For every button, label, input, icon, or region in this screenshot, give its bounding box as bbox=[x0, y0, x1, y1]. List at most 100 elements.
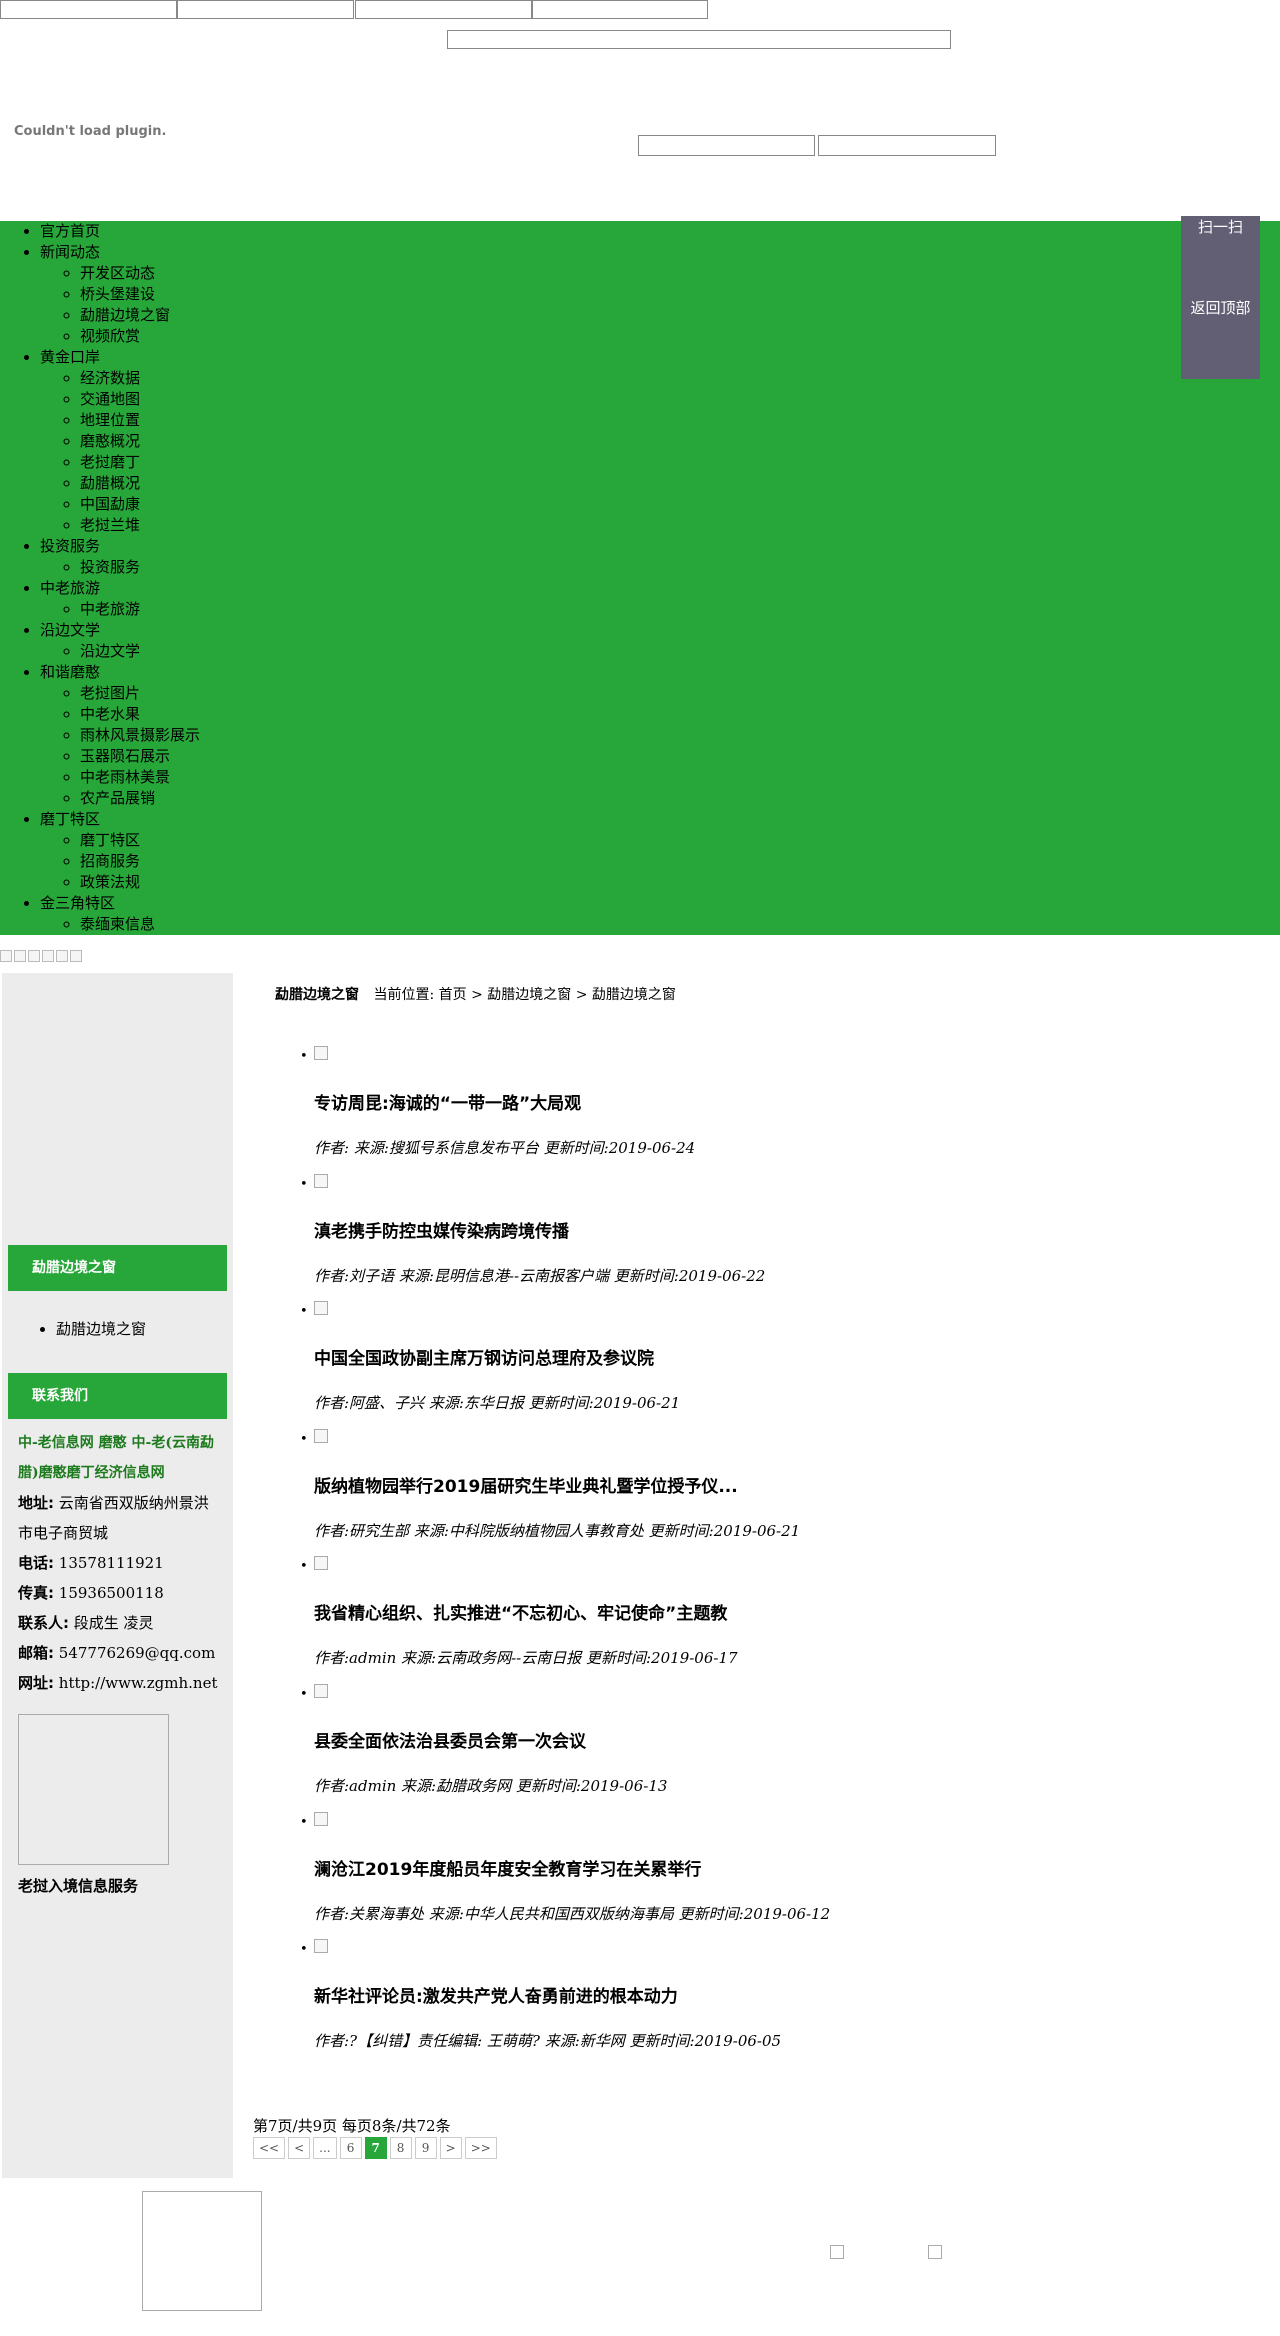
nav-subitem[interactable]: 老挝图片 bbox=[80, 683, 200, 704]
nav-subitem[interactable]: 勐腊概况 bbox=[80, 473, 200, 494]
footer-icon-image[interactable] bbox=[830, 2245, 844, 2259]
nav-item-label[interactable]: 金三角特区 bbox=[40, 894, 115, 912]
nav-subitem[interactable]: 磨丁特区 bbox=[80, 830, 200, 851]
nav-subitem[interactable]: 政策法规 bbox=[80, 872, 200, 893]
contact-value[interactable]: 547776269@qq.com bbox=[59, 1644, 216, 1662]
nav-subitem[interactable]: 中老雨林美景 bbox=[80, 767, 200, 788]
header-button-1[interactable] bbox=[638, 135, 815, 156]
nav-subitem[interactable]: 老挝磨丁 bbox=[80, 452, 200, 473]
banner-thumb[interactable] bbox=[70, 950, 82, 962]
banner-thumb[interactable] bbox=[0, 950, 12, 962]
page-button[interactable]: >> bbox=[464, 2137, 497, 2159]
nav-item-label[interactable]: 新闻动态 bbox=[40, 243, 100, 261]
search-input[interactable] bbox=[447, 30, 951, 49]
back-to-top-button[interactable]: 返回顶部 bbox=[1181, 297, 1260, 318]
footer-icon-image[interactable] bbox=[928, 2245, 942, 2259]
news-title-link[interactable]: 专访周昆:海诚的“一带一路”大局观 bbox=[314, 1089, 581, 1114]
news-title-link[interactable]: 滇老携手防控虫媒传染病跨境传播 bbox=[314, 1217, 569, 1242]
nav-subitem[interactable]: 中国勐康 bbox=[80, 494, 200, 515]
nav-item[interactable]: 沿边文学沿边文学 bbox=[40, 620, 200, 662]
nav-item-label[interactable]: 投资服务 bbox=[40, 537, 100, 555]
nav-item[interactable]: 投资服务投资服务 bbox=[40, 536, 200, 578]
bullet: • bbox=[300, 1815, 308, 1830]
nav-item-label[interactable]: 中老旅游 bbox=[40, 579, 100, 597]
page-button[interactable]: > bbox=[439, 2137, 462, 2159]
nav-subitem[interactable]: 开发区动态 bbox=[80, 263, 200, 284]
sidebar-image-caption[interactable]: 老挝入境信息服务 bbox=[18, 1875, 138, 1896]
bullet: • bbox=[300, 1177, 308, 1192]
news-thumbnail[interactable] bbox=[314, 1556, 328, 1570]
nav-subitem[interactable]: 中老水果 bbox=[80, 704, 200, 725]
nav-item[interactable]: 磨丁特区磨丁特区招商服务政策法规 bbox=[40, 809, 200, 893]
news-title-link[interactable]: 中国全国政协副主席万钢访问总理府及参议院 bbox=[314, 1344, 654, 1369]
news-thumbnail[interactable] bbox=[314, 1429, 328, 1443]
page-button[interactable]: 6 bbox=[339, 2137, 362, 2159]
nav-subitem[interactable]: 经济数据 bbox=[80, 368, 200, 389]
page-button[interactable]: ... bbox=[313, 2137, 337, 2159]
header-button-2[interactable] bbox=[818, 135, 996, 156]
page-button[interactable]: 8 bbox=[389, 2137, 412, 2159]
nav-subitem[interactable]: 勐腊边境之窗 bbox=[80, 305, 200, 326]
page-current[interactable]: 7 bbox=[364, 2137, 387, 2159]
sidebar: 勐腊边境之窗 勐腊边境之窗 联系我们 中-老信息网 磨憨 中-老(云南勐腊)磨憨… bbox=[2, 973, 233, 2178]
sidebar-image[interactable] bbox=[18, 1714, 169, 1865]
nav-item-label[interactable]: 黄金口岸 bbox=[40, 348, 100, 366]
breadcrumb-home[interactable]: 首页 bbox=[439, 987, 467, 1003]
nav-subitem[interactable]: 磨憨概况 bbox=[80, 431, 200, 452]
nav-item[interactable]: 新闻动态开发区动态桥头堡建设勐腊边境之窗视频欣赏 bbox=[40, 242, 200, 347]
nav-subitem[interactable]: 招商服务 bbox=[80, 851, 200, 872]
nav-item-label[interactable]: 和谐磨憨 bbox=[40, 663, 100, 681]
nav-subitem[interactable]: 投资服务 bbox=[80, 557, 200, 578]
nav-item[interactable]: 中老旅游中老旅游 bbox=[40, 578, 200, 620]
top-field-4[interactable] bbox=[532, 0, 708, 19]
sidebar-item[interactable]: 勐腊边境之窗 bbox=[56, 1318, 146, 1339]
nav-item-label[interactable]: 沿边文学 bbox=[40, 621, 100, 639]
top-field-2[interactable] bbox=[177, 0, 354, 19]
banner-thumb[interactable] bbox=[56, 950, 68, 962]
contact-fax: 传真: 15936500118 bbox=[18, 1578, 164, 1608]
nav-item-label[interactable]: 官方首页 bbox=[40, 222, 100, 240]
page-button[interactable]: < bbox=[288, 2137, 311, 2159]
news-thumbnail[interactable] bbox=[314, 1939, 328, 1953]
news-title-link[interactable]: 版纳植物园举行2019届研究生毕业典礼暨学位授予仪... bbox=[314, 1472, 738, 1497]
nav-subitem[interactable]: 玉器陨石展示 bbox=[80, 746, 200, 767]
banner-thumb[interactable] bbox=[14, 950, 26, 962]
nav-subitem[interactable]: 地理位置 bbox=[80, 410, 200, 431]
page-button[interactable]: << bbox=[253, 2137, 286, 2159]
nav-item[interactable]: 官方首页 bbox=[40, 221, 200, 242]
nav-subitem[interactable]: 沿边文学 bbox=[80, 641, 200, 662]
news-thumbnail[interactable] bbox=[314, 1174, 328, 1188]
nav-subitem[interactable]: 农产品展销 bbox=[80, 788, 200, 809]
scan-qr-button[interactable]: 扫一扫 bbox=[1181, 216, 1260, 237]
nav-item[interactable]: 金三角特区泰缅柬信息 bbox=[40, 893, 200, 935]
page-button[interactable]: 9 bbox=[414, 2137, 437, 2159]
breadcrumb: 勐腊边境之窗 当前位置: 首页 > 勐腊边境之窗 > 勐腊边境之窗 bbox=[275, 984, 676, 1004]
news-thumbnail[interactable] bbox=[314, 1812, 328, 1826]
news-title-link[interactable]: 澜沧江2019年度船员年度安全教育学习在关累举行 bbox=[314, 1855, 701, 1880]
news-thumbnail[interactable] bbox=[314, 1046, 328, 1060]
news-thumbnail[interactable] bbox=[314, 1684, 328, 1698]
news-thumbnail[interactable] bbox=[314, 1301, 328, 1315]
top-field-3[interactable] bbox=[355, 0, 532, 19]
nav-item[interactable]: 黄金口岸经济数据交通地图地理位置磨憨概况老挝磨丁勐腊概况中国勐康老挝兰堆 bbox=[40, 347, 200, 536]
nav-subitem[interactable]: 雨林风景摄影展示 bbox=[80, 725, 200, 746]
news-title-link[interactable]: 我省精心组织、扎实推进“不忘初心、牢记使命”主题教 bbox=[314, 1599, 727, 1624]
nav-item-label[interactable]: 磨丁特区 bbox=[40, 810, 100, 828]
nav-subitem[interactable]: 交通地图 bbox=[80, 389, 200, 410]
breadcrumb-level1[interactable]: 勐腊边境之窗 bbox=[487, 987, 571, 1003]
news-title-link[interactable]: 新华社评论员:激发共产党人奋勇前进的根本动力 bbox=[314, 1982, 678, 2007]
nav-item[interactable]: 和谐磨憨老挝图片中老水果雨林风景摄影展示玉器陨石展示中老雨林美景农产品展销 bbox=[40, 662, 200, 809]
news-title-link[interactable]: 县委全面依法治县委员会第一次会议 bbox=[314, 1727, 586, 1752]
banner-thumb[interactable] bbox=[28, 950, 40, 962]
footer-image[interactable] bbox=[142, 2191, 262, 2311]
nav-subitem[interactable]: 泰缅柬信息 bbox=[80, 914, 200, 935]
bullet: • bbox=[300, 1432, 308, 1447]
top-field-1[interactable] bbox=[0, 0, 177, 19]
contact-value[interactable]: http://www.zgmh.net bbox=[59, 1674, 218, 1692]
banner-thumb[interactable] bbox=[42, 950, 54, 962]
nav-subitem[interactable]: 视频欣赏 bbox=[80, 326, 200, 347]
breadcrumb-level2[interactable]: 勐腊边境之窗 bbox=[592, 987, 676, 1003]
nav-subitem[interactable]: 中老旅游 bbox=[80, 599, 200, 620]
nav-subitem[interactable]: 老挝兰堆 bbox=[80, 515, 200, 536]
nav-subitem[interactable]: 桥头堡建设 bbox=[80, 284, 200, 305]
